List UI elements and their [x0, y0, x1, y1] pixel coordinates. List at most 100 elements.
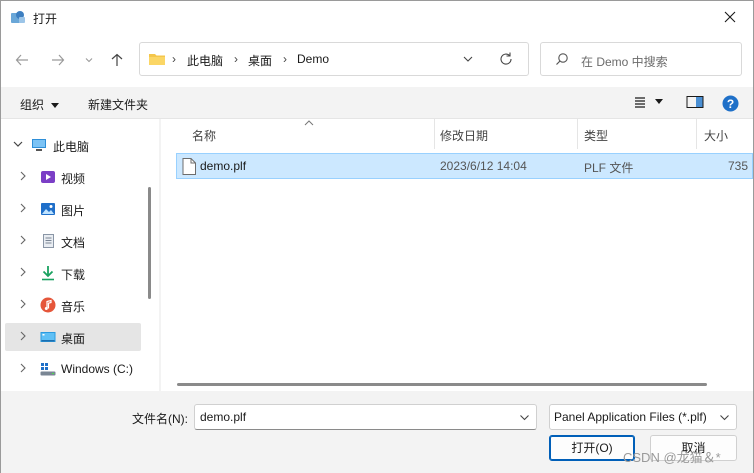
sidebar-item-documents[interactable]: 文档	[5, 227, 141, 255]
help-button[interactable]: ?	[722, 95, 739, 115]
back-button[interactable]	[11, 49, 33, 71]
file-type-value: Panel Application Files (*.plf)	[554, 410, 707, 424]
breadcrumb-demo[interactable]: Demo	[297, 52, 329, 66]
chevron-right-icon[interactable]	[17, 202, 29, 214]
documents-icon	[43, 234, 54, 248]
close-button[interactable]	[707, 1, 753, 33]
column-header-modified[interactable]: 修改日期	[435, 119, 577, 149]
sidebar-item-desktop[interactable]: 桌面	[5, 323, 141, 351]
column-header-size[interactable]: 大小	[697, 119, 753, 149]
sidebar-item-this-pc[interactable]: 此电脑	[5, 131, 141, 159]
video-icon	[41, 171, 55, 183]
organize-label: 组织	[20, 98, 45, 112]
up-button[interactable]	[106, 49, 128, 71]
sidebar-item-videos[interactable]: 视频	[5, 163, 141, 191]
file-type-select[interactable]: Panel Application Files (*.plf)	[549, 404, 737, 430]
preview-pane-button[interactable]	[686, 95, 704, 112]
column-header-label: 修改日期	[440, 129, 489, 143]
breadcrumb-separator: ›	[283, 52, 287, 66]
sidebar-item-label: 图片	[61, 204, 86, 218]
app-icon	[11, 11, 25, 23]
sidebar-item-label: 文档	[61, 236, 86, 250]
column-header-label: 名称	[192, 129, 217, 143]
download-icon	[42, 266, 54, 281]
watermark: CSDN @龙猫＆*	[623, 450, 721, 465]
chevron-right-icon[interactable]	[17, 266, 29, 278]
search-placeholder: 在 Demo 中搜索	[581, 55, 668, 69]
file-row[interactable]: demo.plf 2023/6/12 14:04 PLF 文件 735	[176, 153, 753, 179]
chevron-down-icon[interactable]	[519, 412, 530, 423]
file-name: demo.plf	[200, 159, 247, 173]
filename-label: 文件名(N):	[132, 412, 188, 426]
drive-icon	[40, 363, 56, 376]
new-folder-button[interactable]: 新建文件夹	[88, 96, 148, 113]
chevron-down-icon	[720, 415, 729, 421]
file-modified: 2023/6/12 14:04	[440, 159, 527, 173]
sidebar-item-music[interactable]: 音乐	[5, 291, 141, 319]
chevron-down-icon	[85, 58, 93, 63]
list-view-icon	[635, 97, 645, 108]
filename-value: demo.plf	[200, 410, 247, 424]
chevron-right-icon[interactable]	[17, 330, 29, 342]
navigation-bar: › 此电脑 › 桌面 › Demo 在 Demo 中搜索	[1, 33, 753, 87]
desktop-icon	[40, 332, 56, 342]
column-header-label: 大小	[704, 129, 729, 143]
navigation-pane: 此电脑 视频 图片 文档 下载 音乐 桌面 Windows (C:)	[1, 119, 159, 391]
refresh-icon[interactable]	[498, 51, 514, 67]
address-history-dropdown[interactable]	[462, 53, 474, 65]
caret-down-icon	[655, 99, 664, 104]
arrow-up-icon	[111, 53, 123, 66]
view-options-button[interactable]	[633, 95, 664, 112]
column-header-name[interactable]: 名称	[161, 119, 433, 149]
svg-text:?: ?	[727, 97, 734, 111]
breadcrumb-this-pc[interactable]: 此电脑	[187, 52, 223, 69]
recent-locations-button[interactable]	[78, 49, 100, 71]
forward-button[interactable]	[47, 49, 69, 71]
close-icon	[724, 11, 736, 23]
file-list: 名称 修改日期 类型 大小 demo.plf 2023/6/12 14:04 P…	[161, 119, 753, 391]
file-icon	[182, 158, 196, 175]
organize-button[interactable]: 组织	[20, 96, 60, 113]
dialog-footer: 文件名(N): demo.plf Panel Application Files…	[1, 391, 753, 473]
search-icon	[556, 53, 568, 65]
sidebar-item-windows-c[interactable]: Windows (C:)	[5, 355, 141, 383]
chevron-down-icon[interactable]	[12, 138, 24, 150]
pc-icon	[32, 139, 46, 151]
folder-icon	[149, 54, 165, 65]
filename-input[interactable]: demo.plf	[194, 404, 537, 430]
title-bar: 打开	[1, 1, 753, 33]
sidebar-item-label: Windows (C:)	[61, 362, 134, 376]
file-size: 735	[728, 159, 749, 173]
caret-down-icon	[51, 102, 60, 108]
address-bar[interactable]: › 此电脑 › 桌面 › Demo	[139, 42, 529, 76]
chevron-right-icon[interactable]	[17, 170, 29, 182]
sidebar-item-label: 桌面	[61, 332, 86, 346]
open-file-dialog: 打开 › 此电脑 › 桌面 › Demo 在 Demo 中搜索 组织 新建文件夹…	[0, 0, 754, 473]
chevron-right-icon[interactable]	[17, 234, 29, 246]
sidebar-item-pictures[interactable]: 图片	[5, 195, 141, 223]
sidebar-item-label: 音乐	[61, 300, 86, 314]
breadcrumb-separator: ›	[172, 52, 176, 66]
breadcrumb-desktop[interactable]: 桌面	[248, 52, 272, 69]
music-icon	[40, 297, 56, 313]
arrow-left-icon	[15, 54, 28, 66]
sidebar-scrollbar[interactable]	[148, 187, 151, 299]
chevron-right-icon[interactable]	[17, 298, 29, 310]
sort-ascending-icon	[304, 120, 314, 126]
column-header-label: 类型	[584, 129, 609, 143]
command-bar: 组织 新建文件夹 ?	[1, 87, 753, 119]
window-title: 打开	[33, 12, 58, 26]
breadcrumb-separator: ›	[234, 52, 238, 66]
sidebar-item-label: 视频	[61, 172, 86, 186]
column-header-type[interactable]: 类型	[578, 119, 696, 149]
pictures-icon	[41, 203, 55, 215]
help-icon: ?	[722, 95, 739, 112]
sidebar-item-label: 下载	[61, 268, 86, 282]
file-type: PLF 文件	[584, 161, 634, 175]
sidebar-item-label: 此电脑	[53, 140, 90, 154]
search-box[interactable]: 在 Demo 中搜索	[540, 42, 742, 76]
arrow-right-icon	[52, 54, 65, 66]
sidebar-item-downloads[interactable]: 下载	[5, 259, 141, 287]
chevron-right-icon[interactable]	[17, 362, 29, 374]
horizontal-scrollbar[interactable]	[177, 383, 707, 386]
